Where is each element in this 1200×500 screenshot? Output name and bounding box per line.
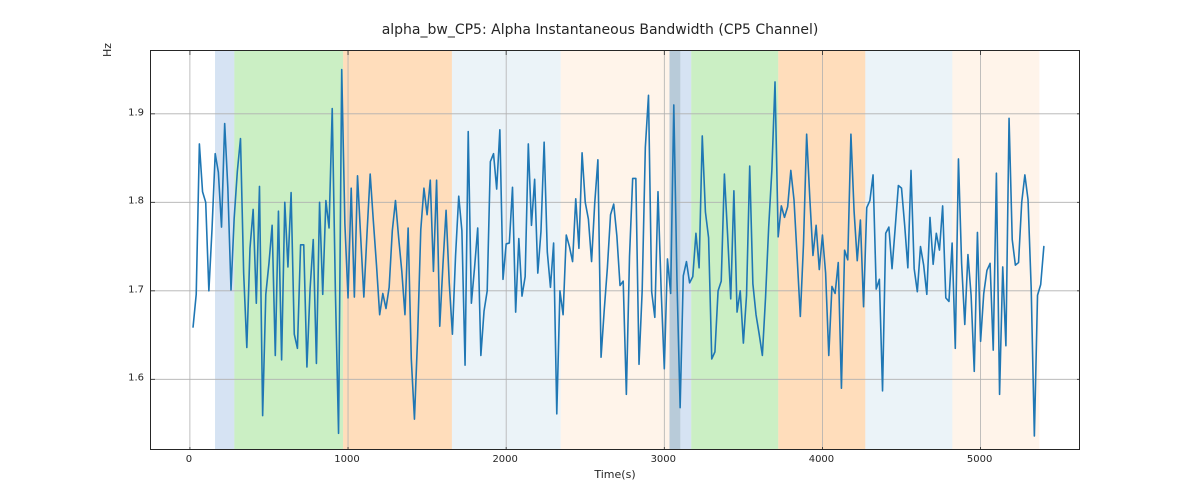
x-tick-label: 5000: [967, 454, 992, 465]
x-tick-label: 0: [186, 454, 192, 465]
x-axis-label: Time(s): [150, 468, 1080, 481]
x-tick-label: 2000: [492, 454, 517, 465]
figure: alpha_bw_CP5: Alpha Instantaneous Bandwi…: [0, 0, 1200, 500]
y-tick-label: 1.8: [120, 196, 144, 207]
x-tick-label: 4000: [809, 454, 834, 465]
y-tick-label: 1.7: [120, 284, 144, 295]
x-tick-label: 3000: [651, 454, 676, 465]
plot-area: [150, 50, 1080, 450]
y-axis-label: Hz: [100, 0, 116, 250]
y-tick-label: 1.9: [120, 107, 144, 118]
plot-svg: [151, 51, 1080, 450]
chart-title: alpha_bw_CP5: Alpha Instantaneous Bandwi…: [0, 22, 1200, 38]
axes: [150, 50, 1080, 450]
y-tick-label: 1.6: [120, 373, 144, 384]
x-tick-label: 1000: [334, 454, 359, 465]
